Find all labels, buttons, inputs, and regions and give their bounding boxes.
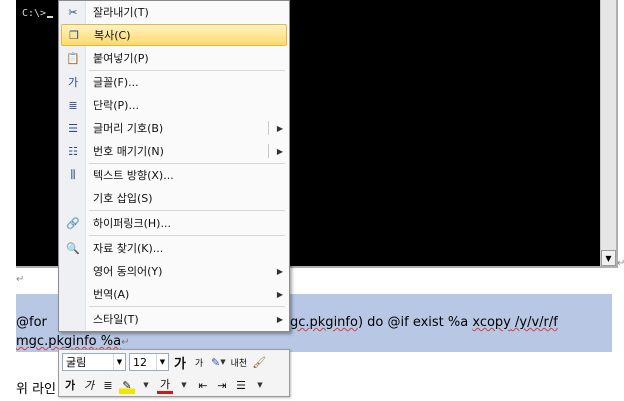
- menu-item-bullets[interactable]: ☰ 글머리 기호(B) ▶: [61, 117, 287, 139]
- menu-item-label: 번역(A): [93, 288, 130, 301]
- scroll-down-button[interactable]: ▼: [601, 250, 616, 266]
- menu-item-synonyms[interactable]: 영어 동의어(Y) ▶: [61, 260, 287, 282]
- doc-text-line1-rest: gc.pkginfo) do @if exist %a xcopy /y/v/r…: [290, 315, 558, 330]
- bullets-icon[interactable]: ☰: [233, 376, 249, 394]
- menu-item-font[interactable]: 가 글꼴(F)...: [61, 71, 287, 93]
- highlight-color-icon[interactable]: ✎: [119, 376, 135, 394]
- context-menu: ✂ 잘라내기(T) ❐ 복사(C) 📋 붙여넣기(P) 가 글꼴(F)... ≣…: [58, 0, 290, 332]
- menu-item-label: 복사(C): [94, 29, 131, 42]
- submenu-arrow-icon: ▶: [276, 289, 284, 299]
- menu-item-insert-symbol[interactable]: 기호 삽입(S): [61, 187, 287, 209]
- copy-icon: ❐: [69, 28, 79, 42]
- menu-item-style[interactable]: 스타일(T) ▶: [61, 308, 287, 330]
- menu-item-label: 번호 매기기(N): [93, 145, 164, 158]
- doc-text-args: /y/v/r/f: [510, 315, 558, 330]
- menu-item-label: 하이퍼링크(H)...: [93, 217, 171, 230]
- increase-indent-icon[interactable]: ⇥: [214, 376, 230, 394]
- split-divider: [268, 121, 269, 135]
- menu-item-label: 영어 동의어(Y): [93, 265, 163, 278]
- menu-item-label: 글머리 기호(B): [93, 122, 164, 135]
- chevron-down-icon: ▼: [220, 358, 226, 366]
- numbering-icon: ☷: [68, 144, 78, 158]
- chevron-down-icon[interactable]: ▼: [138, 376, 154, 394]
- paragraph-mark: ↵: [16, 274, 25, 285]
- doc-text-pkginfo: mgc.pkginfo: [16, 334, 97, 349]
- font-size-combo[interactable]: 12 ▼: [129, 353, 169, 371]
- menu-icon-slot: [61, 283, 85, 305]
- decrease-indent-icon[interactable]: ⇤: [195, 376, 211, 394]
- chevron-down-icon[interactable]: ▼: [176, 376, 192, 394]
- prompt-text: C:\>: [22, 8, 47, 19]
- menu-item-text-direction[interactable]: ⫼ 텍스트 방향(X)...: [61, 164, 287, 186]
- menu-item-label: 단락(P)...: [93, 99, 139, 112]
- styles-label-button[interactable]: 내천: [230, 353, 249, 371]
- menu-item-label: 붙여넣기(P): [93, 52, 149, 65]
- doc-text-var: %a: [96, 334, 122, 349]
- align-center-icon[interactable]: ≣: [100, 376, 116, 394]
- menu-item-paragraph[interactable]: ≣ 단락(P)...: [61, 94, 287, 116]
- menu-icon-slot: [61, 260, 85, 282]
- doc-text-xcopy: xcopy: [472, 315, 511, 330]
- menu-item-label: 텍스트 방향(X)...: [93, 169, 174, 182]
- font-name-value: 굴림: [66, 356, 87, 369]
- hyperlink-icon: 🔗: [66, 216, 80, 230]
- submenu-arrow-icon: ▶: [276, 314, 284, 324]
- doc-text-cmd: ) do @if exist %a: [357, 315, 473, 330]
- menu-item-paste[interactable]: 📋 붙여넣기(P): [61, 47, 287, 69]
- chevron-down-icon[interactable]: ▼: [113, 354, 125, 370]
- cut-icon: ✂: [68, 5, 78, 19]
- menu-item-label: 잘라내기(T): [93, 6, 149, 19]
- grow-font-button[interactable]: 가: [172, 353, 188, 372]
- doc-text-line1-start: @for: [16, 315, 47, 330]
- italic-button[interactable]: 가: [81, 376, 97, 394]
- research-icon: 🔍: [66, 241, 80, 255]
- paste-icon: 📋: [66, 51, 80, 65]
- vertical-scrollbar[interactable]: ▼: [600, 0, 616, 266]
- paragraph-mark: ↵: [121, 337, 130, 348]
- bold-button[interactable]: 가: [62, 376, 78, 394]
- format-painter-icon[interactable]: 🖌: [251, 353, 267, 371]
- menu-separator: [89, 235, 285, 236]
- doc-text-line2: mgc.pkginfo %a↵: [16, 334, 129, 349]
- font-icon: 가: [67, 76, 79, 89]
- menu-separator: [89, 306, 285, 307]
- style-button[interactable]: ✎ ▼: [210, 353, 227, 371]
- submenu-arrow-icon[interactable]: ▶: [273, 124, 287, 133]
- font-name-combo[interactable]: 굴림 ▼: [62, 353, 126, 371]
- console-prompt: C:\>: [22, 8, 54, 19]
- menu-item-numbering[interactable]: ☷ 번호 매기기(N) ▶: [61, 140, 287, 162]
- doc-text-line3: 위 라인: [16, 382, 57, 397]
- text-direction-icon: ⫼: [70, 168, 76, 181]
- menu-item-research[interactable]: 🔍 자료 찾기(K)...: [61, 237, 287, 259]
- chevron-down-icon[interactable]: ▼: [156, 354, 168, 370]
- mini-toolbar: 굴림 ▼ 12 ▼ 가 가 ✎ ▼ 내천 🖌 가 가 ≣ ✎ ▼ 가 ▼ ⇤ ⇥ …: [58, 349, 290, 397]
- text-cursor: [47, 16, 54, 18]
- menu-separator: [89, 210, 285, 211]
- font-size-value: 12: [133, 355, 147, 369]
- submenu-arrow-icon: ▶: [276, 266, 284, 276]
- submenu-arrow-icon[interactable]: ▶: [273, 147, 287, 156]
- menu-item-cut[interactable]: ✂ 잘라내기(T): [61, 1, 287, 23]
- menu-icon-slot: [61, 187, 85, 209]
- menu-item-label: 글꼴(F)...: [93, 76, 139, 89]
- font-color-button[interactable]: 가: [157, 377, 173, 394]
- menu-item-label: 기호 삽입(S): [93, 192, 153, 205]
- bullets-icon: ☰: [68, 121, 78, 135]
- paragraph-icon: ≣: [68, 98, 78, 112]
- menu-item-translate[interactable]: 번역(A) ▶: [61, 283, 287, 305]
- mini-toolbar-row-1: 굴림 ▼ 12 ▼ 가 가 ✎ ▼ 내천 🖌: [62, 352, 267, 372]
- chevron-down-icon[interactable]: ▼: [252, 376, 268, 394]
- menu-item-label: 자료 찾기(K)...: [93, 242, 164, 255]
- menu-item-label: 스타일(T): [93, 313, 139, 326]
- mini-toolbar-row-2: 가 가 ≣ ✎ ▼ 가 ▼ ⇤ ⇥ ☰ ▼: [62, 375, 268, 395]
- shrink-font-button[interactable]: 가: [191, 353, 207, 371]
- doc-text-link: gc.pkginfo: [290, 315, 358, 330]
- menu-item-copy[interactable]: ❐ 복사(C): [61, 24, 287, 46]
- menu-icon-slot: [61, 308, 85, 330]
- menu-item-hyperlink[interactable]: 🔗 하이퍼링크(H)...: [61, 212, 287, 234]
- paragraph-mark: ↵: [617, 258, 624, 269]
- split-divider: [268, 144, 269, 158]
